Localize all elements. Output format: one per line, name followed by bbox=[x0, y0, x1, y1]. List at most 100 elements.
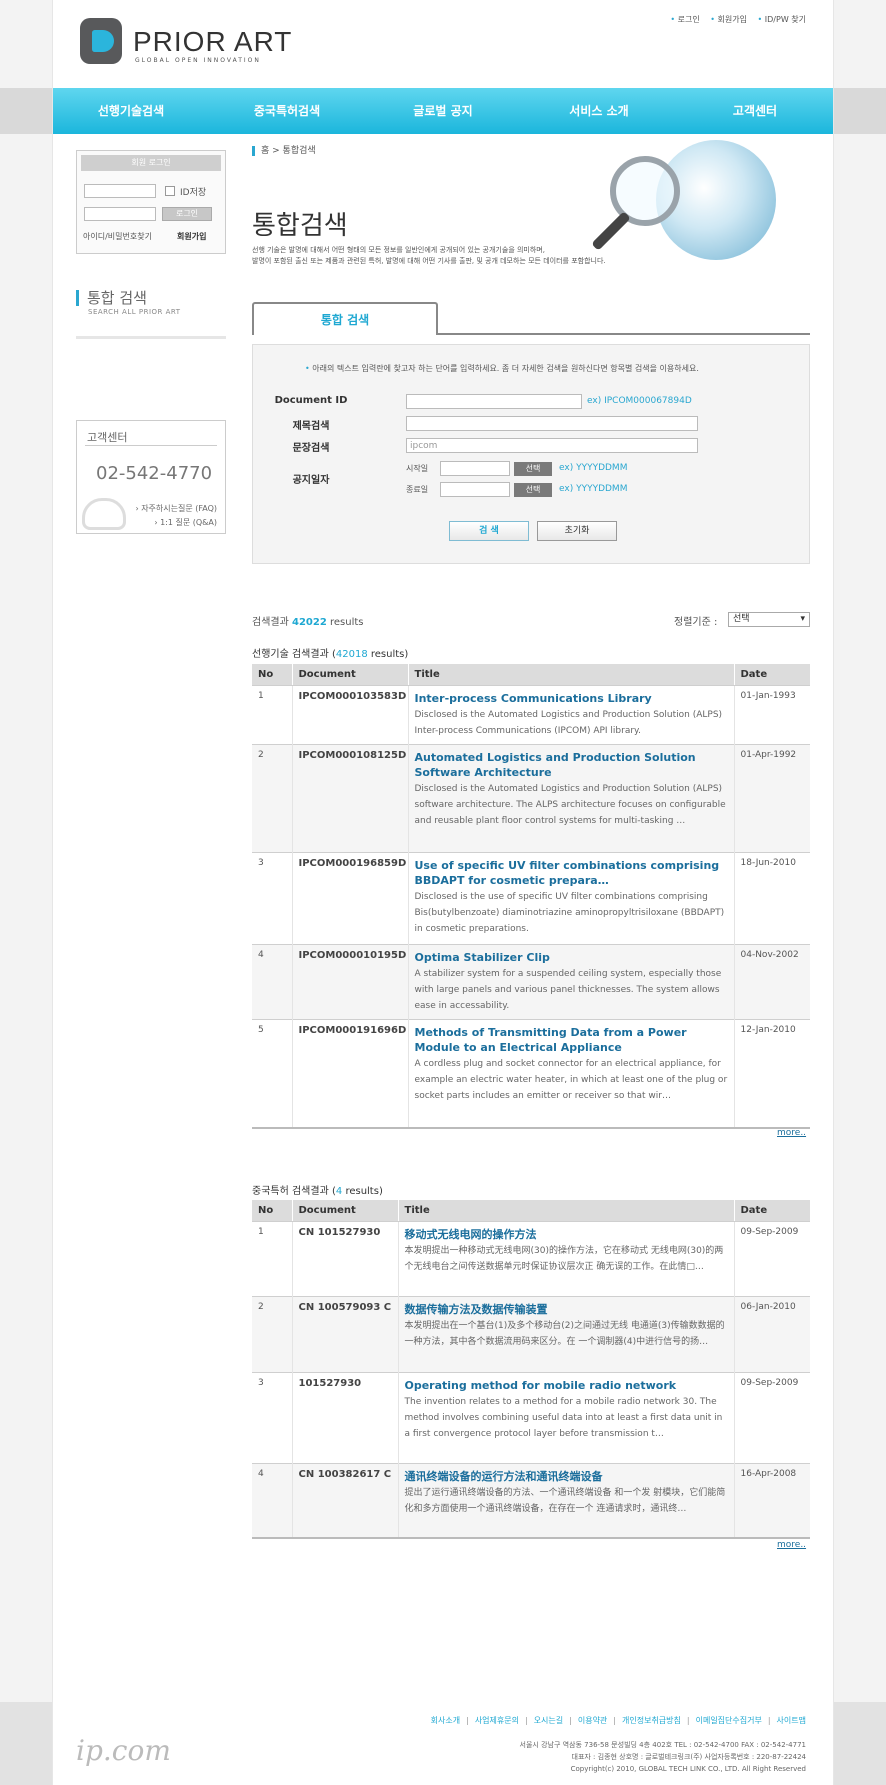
row-title-link[interactable]: Optima Stabilizer Clip bbox=[415, 950, 731, 965]
row-title-link[interactable]: Methods of Transmitting Data from a Powe… bbox=[415, 1025, 731, 1055]
row-document-id[interactable]: IPCOM000191696D bbox=[291, 1019, 408, 1128]
row-title-link[interactable]: 移动式无线电网的操作方法 bbox=[405, 1227, 731, 1242]
nav-customer-center[interactable]: 고객센터 bbox=[677, 88, 833, 134]
row-document-id[interactable]: IPCOM000108125D bbox=[291, 744, 408, 853]
prior-art-table-header: No Document Title Date bbox=[252, 664, 810, 685]
start-date-label: 시작일 bbox=[406, 464, 429, 473]
join-link[interactable]: 회원가입 bbox=[710, 15, 747, 24]
end-date-input[interactable] bbox=[440, 482, 510, 497]
login-id-input[interactable] bbox=[84, 184, 156, 198]
find-account-link[interactable]: 아이디/비밀번호찾기 bbox=[83, 231, 152, 242]
footer-link[interactable]: 이메일집단수집거부 bbox=[687, 1716, 762, 1725]
search-notice: 아래의 텍스트 입력란에 찾고자 하는 단어를 입력하세요. 좀 더 자세한 검… bbox=[305, 363, 699, 374]
footer-link[interactable]: 사업제휴문의 bbox=[466, 1716, 519, 1725]
search-button[interactable]: 검 색 bbox=[449, 521, 529, 541]
col-date: Date bbox=[733, 1200, 810, 1221]
row-document-id[interactable]: IPCOM000196859D bbox=[291, 852, 408, 945]
tab-integrated-search[interactable]: 통합 검색 bbox=[252, 302, 438, 335]
login-password-input[interactable] bbox=[84, 207, 156, 221]
row-number: 4 bbox=[252, 1463, 292, 1538]
table-row[interactable]: 2 IPCOM000108125D Automated Logistics and … bbox=[252, 744, 810, 853]
faq-link[interactable]: 자주하시는질문 (FAQ) bbox=[135, 503, 217, 514]
row-title-link[interactable]: 数据传输方法及数据传输装置 bbox=[405, 1302, 731, 1317]
china-more-link[interactable]: more.. bbox=[777, 1540, 806, 1550]
row-document-id[interactable]: CN 100382617 C bbox=[291, 1463, 398, 1538]
row-title-link[interactable]: Automated Logistics and Production Solut… bbox=[415, 750, 731, 780]
login-button[interactable]: 로그인 bbox=[162, 207, 212, 221]
row-document-id[interactable]: IPCOM000010195D bbox=[291, 944, 408, 1020]
save-id-checkbox[interactable] bbox=[165, 186, 175, 196]
table-row[interactable]: 1 IPCOM000103583D Inter-process Communicat… bbox=[252, 685, 810, 745]
footer-link[interactable]: 사이트맵 bbox=[768, 1716, 806, 1725]
row-number: 1 bbox=[252, 685, 292, 745]
breadcrumb-home[interactable]: 홈 bbox=[261, 146, 269, 156]
row-document-id[interactable]: CN 100579093 C bbox=[291, 1296, 398, 1373]
table-row[interactable]: 2 CN 100579093 C 数据传输方法及数据传输装置 本发明提出在一个基台(1… bbox=[252, 1296, 810, 1373]
main-nav: 선행기술검색 중국특허검색 글로벌 공지 서비스 소개 고객센터 bbox=[53, 88, 833, 134]
qna-link[interactable]: 1:1 질문 (Q&A) bbox=[154, 517, 217, 528]
footer-link[interactable]: 오시는길 bbox=[525, 1716, 563, 1725]
row-title-cell: Methods of Transmitting Data from a Powe… bbox=[407, 1019, 734, 1128]
row-number: 2 bbox=[252, 744, 292, 853]
side-section-title: 통합 검색 SEARCH ALL PRIOR ART bbox=[76, 290, 181, 316]
row-date: 01-Apr-1992 bbox=[733, 744, 810, 853]
cs-title: 고객센터 bbox=[87, 431, 128, 444]
result-summary: 검색결과 42022 results bbox=[252, 613, 364, 628]
sort-select[interactable]: 선택 bbox=[728, 612, 810, 627]
row-document-id[interactable]: CN 101527930 bbox=[291, 1221, 398, 1297]
prior-art-count-suffix: results) bbox=[370, 649, 409, 660]
table-row[interactable]: 4 IPCOM000010195D Optima Stabilizer Clip A … bbox=[252, 944, 810, 1020]
text-search-label: 문장검색 bbox=[292, 443, 330, 454]
search-panel: 아래의 텍스트 입력란에 찾고자 하는 단어를 입력하세요. 좀 더 자세한 검… bbox=[252, 344, 810, 564]
footer-copyright: Copyright(c) 2010, GLOBAL TECH LINK CO.,… bbox=[570, 1765, 806, 1773]
footer-link[interactable]: 회사소개 bbox=[431, 1716, 460, 1725]
table-row[interactable]: 1 CN 101527930 移动式无线电网的操作方法 本发明提出一种移动式无线电网(… bbox=[252, 1221, 810, 1297]
footer-logo[interactable]: ip.com bbox=[76, 1734, 171, 1767]
end-date-select-button[interactable]: 선택 bbox=[514, 483, 552, 497]
side-title: 통합 검색 bbox=[76, 290, 181, 306]
join-member-link[interactable]: 회원가입 bbox=[177, 231, 206, 242]
result-summary-suffix: results bbox=[329, 617, 364, 628]
table-row[interactable]: 3 IPCOM000196859D Use of specific UV filte… bbox=[252, 852, 810, 945]
nav-service-intro[interactable]: 서비스 소개 bbox=[521, 88, 677, 134]
table-row[interactable]: 5 IPCOM000191696D Methods of Transmitting … bbox=[252, 1019, 810, 1128]
table-row[interactable]: 4 CN 100382617 C 通讯终端设备的运行方法和通讯终端设备 提出了运行通讯… bbox=[252, 1463, 810, 1538]
document-id-input[interactable] bbox=[406, 394, 582, 409]
col-document: Document bbox=[291, 1200, 398, 1221]
end-date-label: 종료일 bbox=[406, 485, 429, 494]
text-search-input[interactable] bbox=[406, 438, 698, 453]
china-title: 중국특허 검색결과 bbox=[252, 1186, 329, 1197]
find-id-pw-link[interactable]: ID/PW 찾기 bbox=[758, 15, 806, 24]
utility-links: 로그인 회원가입 ID/PW 찾기 bbox=[662, 14, 806, 25]
start-date-select-button[interactable]: 선택 bbox=[514, 462, 552, 476]
table-row[interactable]: 3 101527930 Operating method for mobile ra… bbox=[252, 1372, 810, 1464]
row-abstract: A cordless plug and socket connector for… bbox=[414, 1059, 728, 1101]
start-date-input[interactable] bbox=[440, 461, 510, 476]
reset-button[interactable]: 초기화 bbox=[537, 521, 617, 541]
row-date: 01-Jan-1993 bbox=[733, 685, 810, 745]
page-description: 선행 기술은 발명에 대해서 어떤 형태의 모든 정보를 일반인에게 공개되어 … bbox=[252, 245, 606, 267]
row-abstract: The invention relates to a method for a … bbox=[404, 1397, 723, 1439]
row-document-id[interactable]: IPCOM000103583D bbox=[291, 685, 408, 745]
login-link[interactable]: 로그인 bbox=[670, 15, 699, 24]
page-description-line-2: 발명이 포함된 출신 또는 제품과 관련된 특허, 발명에 대해 어떤 기사를 … bbox=[252, 257, 606, 265]
row-title-link[interactable]: Use of specific UV filter combinations c… bbox=[415, 858, 731, 888]
nav-china-patent-search[interactable]: 중국특허검색 bbox=[209, 88, 365, 134]
row-title-link[interactable]: Operating method for mobile radio networ… bbox=[405, 1378, 731, 1393]
col-document: Document bbox=[291, 664, 408, 685]
row-number: 1 bbox=[252, 1221, 292, 1297]
nav-global-disclosure[interactable]: 글로벌 공지 bbox=[365, 88, 521, 134]
logo-mark-icon bbox=[80, 18, 122, 64]
prior-art-more-link[interactable]: more.. bbox=[777, 1128, 806, 1138]
result-summary-label: 검색결과 bbox=[252, 617, 289, 628]
row-document-id[interactable]: 101527930 bbox=[291, 1372, 398, 1464]
footer-link[interactable]: 개인정보취급방침 bbox=[613, 1716, 681, 1725]
nav-prior-art-search[interactable]: 선행기술검색 bbox=[53, 88, 209, 134]
footer-link[interactable]: 이용약관 bbox=[569, 1716, 607, 1725]
title-search-input[interactable] bbox=[406, 416, 698, 431]
site-logo[interactable]: PRIOR ART GLOBAL OPEN INNOVATION bbox=[80, 18, 291, 68]
row-title-link[interactable]: Inter-process Communications Library bbox=[415, 691, 731, 706]
row-title-link[interactable]: 通讯终端设备的运行方法和通讯终端设备 bbox=[405, 1469, 731, 1484]
col-date: Date bbox=[733, 664, 810, 685]
col-title: Title bbox=[407, 664, 734, 685]
